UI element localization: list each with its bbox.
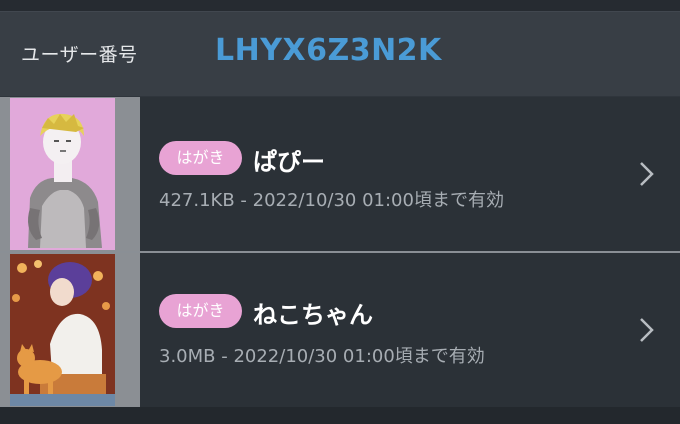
user-number-label: ユーザー番号 [21, 44, 138, 66]
thumbnail-frame [0, 253, 140, 407]
item-title: ぱぴー [253, 148, 325, 176]
item-meta: 427.1KB - 2022/10/30 01:00頃まで有効 [159, 190, 504, 211]
item-title: ねこちゃん [253, 301, 373, 329]
postcard-badge: はがき [159, 141, 242, 175]
thumbnail-frame [0, 97, 140, 251]
postcard-badge: はがき [159, 294, 242, 328]
pink-portrait-thumbnail [10, 98, 115, 250]
bottom-strip [0, 407, 680, 424]
item-meta: 3.0MB - 2022/10/30 01:00頃まで有効 [159, 346, 485, 367]
user-number-bar: ユーザー番号 LHYX6Z3N2K [0, 12, 680, 96]
chevron-right-icon[interactable] [638, 161, 656, 187]
list-item[interactable]: はがき ねこちゃん 3.0MB - 2022/10/30 01:00頃まで有効 [0, 253, 680, 407]
chevron-right-icon[interactable] [638, 317, 656, 343]
cat-illustration-thumbnail [10, 254, 115, 406]
top-status-bar [0, 0, 680, 12]
list-item[interactable]: はがき ぱぴー 427.1KB - 2022/10/30 01:00頃まで有効 [0, 97, 680, 251]
user-number-code: LHYX6Z3N2K [215, 33, 442, 68]
